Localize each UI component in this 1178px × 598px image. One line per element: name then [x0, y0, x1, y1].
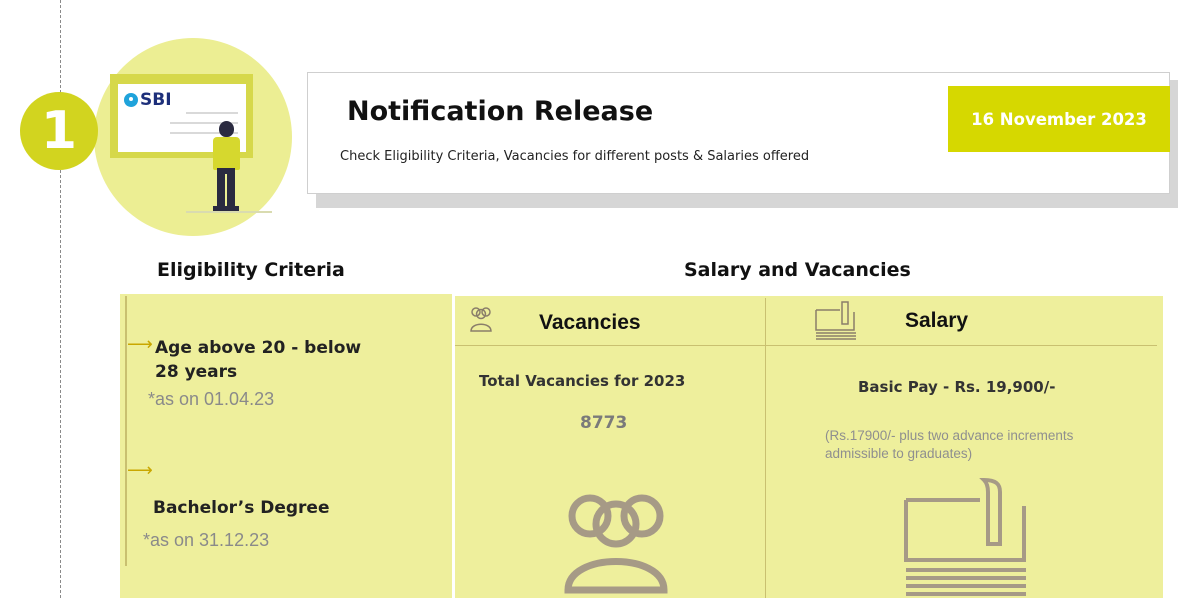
sbi-logo-icon	[124, 93, 138, 107]
people-group-large-icon	[564, 494, 668, 594]
notification-title: Notification Release	[347, 96, 654, 127]
sbi-logo-text: SBI	[140, 90, 172, 110]
salary-vacancies-heading: Salary and Vacancies	[684, 259, 911, 281]
eligibility-degree-note: *as on 31.12.23	[143, 530, 270, 550]
eligibility-item-degree: Bachelor’s Degree	[153, 498, 330, 518]
step-number-badge: 1	[20, 92, 98, 170]
panel-header-divider	[455, 345, 1157, 346]
eligibility-item-age-line1: Age above 20 - below	[155, 338, 362, 358]
person-head	[219, 121, 234, 137]
arrow-right-icon: ⟶	[127, 334, 153, 355]
timeline-dashed-line	[60, 0, 61, 598]
person-leg-gap	[225, 174, 227, 208]
floor-line	[186, 211, 272, 213]
arrow-right-icon: ⟶	[127, 460, 153, 481]
eligibility-item-age: Age above 20 - below 28 years	[155, 336, 361, 384]
eligibility-age-note: *as on 01.04.23	[148, 389, 275, 409]
vacancies-subtitle: Total Vacancies for 2023	[479, 372, 686, 390]
salary-note: (Rs.17900/- plus two advance increments …	[825, 428, 1074, 461]
salary-basic-pay: Basic Pay - Rs. 19,900/-	[858, 378, 1056, 396]
document-stack-large-icon	[904, 477, 1026, 596]
person-body	[213, 137, 240, 170]
step-number: 1	[40, 101, 78, 161]
document-stack-icon	[815, 301, 856, 340]
vacancies-title: Vacancies	[539, 311, 641, 334]
panel-column-divider	[765, 298, 766, 598]
notification-date-badge: 16 November 2023	[948, 86, 1170, 152]
salary-title: Salary	[905, 309, 969, 332]
vacancies-value: 8773	[580, 413, 628, 433]
board-line	[186, 112, 238, 114]
notification-date: 16 November 2023	[971, 109, 1147, 129]
notification-description: Check Eligibility Criteria, Vacancies fo…	[340, 149, 810, 164]
sbi-logo: SBI	[124, 90, 172, 110]
eligibility-item-age-line2: 28 years	[155, 362, 238, 382]
eligibility-heading: Eligibility Criteria	[157, 259, 345, 281]
people-group-icon	[470, 307, 492, 332]
